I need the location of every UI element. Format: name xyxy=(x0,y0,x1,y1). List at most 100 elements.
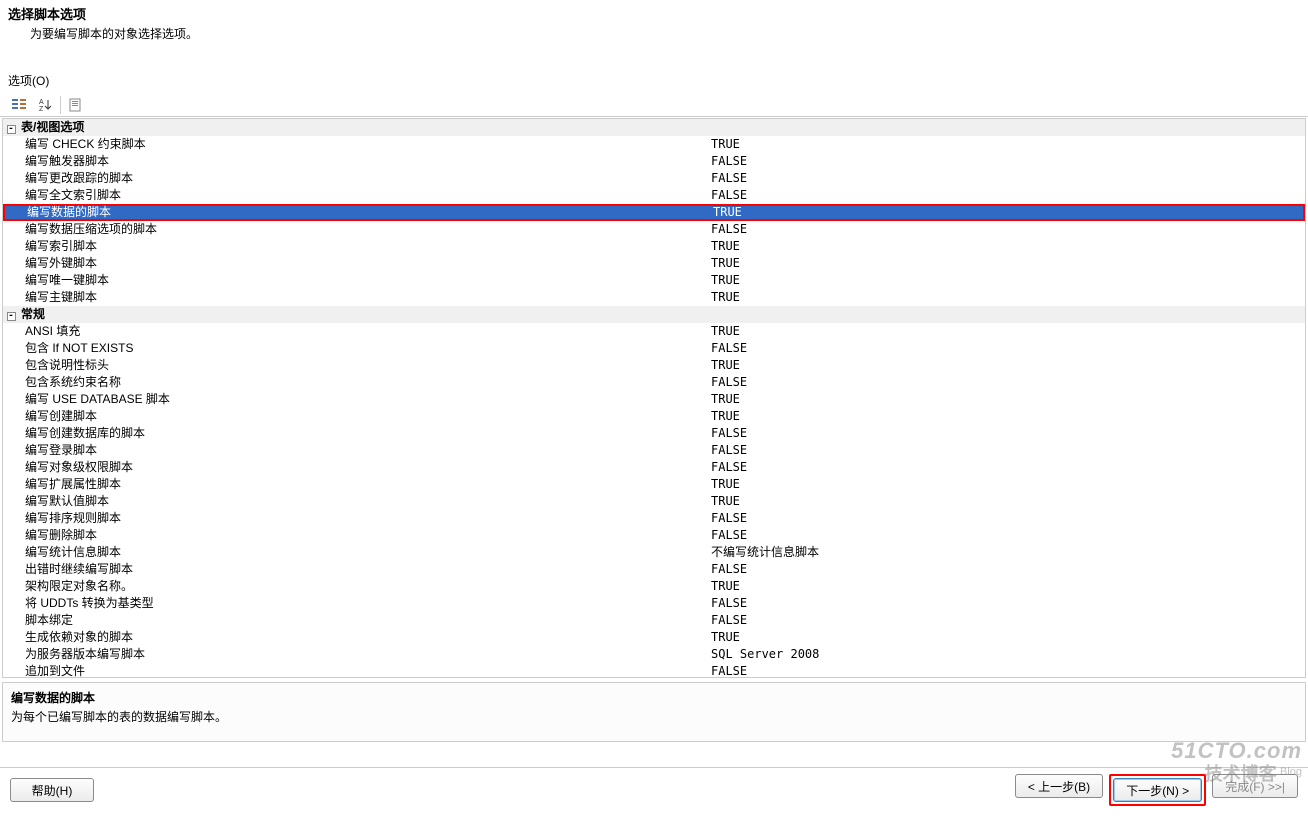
property-value[interactable]: TRUE xyxy=(709,476,1305,493)
property-value[interactable]: TRUE xyxy=(709,238,1305,255)
property-value[interactable]: TRUE xyxy=(709,255,1305,272)
description-pane: 编写数据的脚本 为每个已编写脚本的表的数据编写脚本。 xyxy=(2,682,1306,742)
property-value[interactable]: FALSE xyxy=(709,374,1305,391)
property-value[interactable]: FALSE xyxy=(709,663,1305,678)
categorized-view-button[interactable] xyxy=(8,95,30,115)
property-label: 架构限定对象名称。 xyxy=(19,578,709,595)
property-value[interactable]: FALSE xyxy=(709,187,1305,204)
property-row[interactable]: 脚本绑定FALSE xyxy=(3,612,1305,629)
property-grid-toolbar: AZ xyxy=(0,93,1308,117)
property-value[interactable]: TRUE xyxy=(709,629,1305,646)
property-value[interactable]: 不编写统计信息脚本 xyxy=(709,544,1305,561)
category-label: 表/视图选项 xyxy=(19,119,709,136)
category-label: 常规 xyxy=(19,306,709,323)
property-row[interactable]: 编写数据压缩选项的脚本FALSE xyxy=(3,221,1305,238)
property-row[interactable]: 生成依赖对象的脚本TRUE xyxy=(3,629,1305,646)
property-label: 编写数据的脚本 xyxy=(21,204,711,221)
property-row[interactable]: 编写创建脚本TRUE xyxy=(3,408,1305,425)
next-button-highlight: 下一步(N) > xyxy=(1109,774,1206,806)
property-value[interactable]: FALSE xyxy=(709,340,1305,357)
category-header[interactable]: -表/视图选项 xyxy=(3,119,1305,136)
property-label: 编写扩展属性脚本 xyxy=(19,476,709,493)
property-row[interactable]: 编写主键脚本TRUE xyxy=(3,289,1305,306)
property-label: 编写排序规则脚本 xyxy=(19,510,709,527)
property-row[interactable]: 编写排序规则脚本FALSE xyxy=(3,510,1305,527)
next-button[interactable]: 下一步(N) > xyxy=(1113,778,1202,802)
property-value[interactable]: SQL Server 2008 xyxy=(709,646,1305,663)
property-value[interactable]: TRUE xyxy=(709,323,1305,340)
property-row[interactable]: 编写 USE DATABASE 脚本TRUE xyxy=(3,391,1305,408)
property-value[interactable]: FALSE xyxy=(709,425,1305,442)
collapse-icon[interactable]: - xyxy=(3,306,19,323)
property-row[interactable]: 架构限定对象名称。TRUE xyxy=(3,578,1305,595)
property-row[interactable]: 编写默认值脚本TRUE xyxy=(3,493,1305,510)
svg-text:A: A xyxy=(39,99,44,106)
property-label: 编写更改跟踪的脚本 xyxy=(19,170,709,187)
back-button[interactable]: < 上一步(B) xyxy=(1015,774,1103,798)
collapse-icon[interactable]: - xyxy=(3,119,19,136)
property-row[interactable]: 编写触发器脚本FALSE xyxy=(3,153,1305,170)
property-label: 包含系统约束名称 xyxy=(19,374,709,391)
category-header[interactable]: -常规 xyxy=(3,306,1305,323)
property-label: 生成依赖对象的脚本 xyxy=(19,629,709,646)
property-value[interactable]: TRUE xyxy=(709,578,1305,595)
property-label: ANSI 填充 xyxy=(19,323,709,340)
property-value[interactable]: TRUE xyxy=(709,357,1305,374)
property-value[interactable]: TRUE xyxy=(709,493,1305,510)
property-row[interactable]: 编写外键脚本TRUE xyxy=(3,255,1305,272)
property-row[interactable]: 编写 CHECK 约束脚本TRUE xyxy=(3,136,1305,153)
property-row[interactable]: 为服务器版本编写脚本SQL Server 2008 xyxy=(3,646,1305,663)
property-label: 为服务器版本编写脚本 xyxy=(19,646,709,663)
property-pages-button[interactable] xyxy=(65,95,87,115)
property-value[interactable]: TRUE xyxy=(709,136,1305,153)
property-label: 编写删除脚本 xyxy=(19,527,709,544)
help-button[interactable]: 帮助(H) xyxy=(10,778,94,802)
property-label: 编写触发器脚本 xyxy=(19,153,709,170)
property-value[interactable]: FALSE xyxy=(709,153,1305,170)
property-row[interactable]: 编写对象级权限脚本FALSE xyxy=(3,459,1305,476)
property-label: 脚本绑定 xyxy=(19,612,709,629)
property-label: 编写主键脚本 xyxy=(19,289,709,306)
alphabetical-view-button[interactable]: AZ xyxy=(34,95,56,115)
property-label: 出错时继续编写脚本 xyxy=(19,561,709,578)
property-value[interactable]: TRUE xyxy=(709,408,1305,425)
property-value[interactable]: FALSE xyxy=(709,510,1305,527)
property-row[interactable]: 出错时继续编写脚本FALSE xyxy=(3,561,1305,578)
property-value[interactable]: FALSE xyxy=(709,442,1305,459)
property-row[interactable]: 编写删除脚本FALSE xyxy=(3,527,1305,544)
property-label: 编写全文索引脚本 xyxy=(19,187,709,204)
property-row[interactable]: 编写唯一键脚本TRUE xyxy=(3,272,1305,289)
property-value[interactable]: FALSE xyxy=(709,561,1305,578)
property-row[interactable]: 包含系统约束名称FALSE xyxy=(3,374,1305,391)
property-row[interactable]: 包含 If NOT EXISTSFALSE xyxy=(3,340,1305,357)
property-row[interactable]: 编写扩展属性脚本TRUE xyxy=(3,476,1305,493)
toolbar-separator xyxy=(60,96,61,114)
property-row[interactable]: 编写全文索引脚本FALSE xyxy=(3,187,1305,204)
wizard-header: 选择脚本选项 为要编写脚本的对象选择选项。 xyxy=(0,0,1308,52)
property-grid[interactable]: -表/视图选项编写 CHECK 约束脚本TRUE编写触发器脚本FALSE编写更改… xyxy=(2,118,1306,678)
property-row[interactable]: 包含说明性标头TRUE xyxy=(3,357,1305,374)
property-value[interactable]: TRUE xyxy=(709,289,1305,306)
property-value[interactable]: TRUE xyxy=(709,391,1305,408)
property-row[interactable]: 编写登录脚本FALSE xyxy=(3,442,1305,459)
property-value[interactable]: FALSE xyxy=(709,612,1305,629)
finish-button: 完成(F) >>| xyxy=(1212,774,1298,798)
property-row[interactable]: 编写数据的脚本TRUE xyxy=(3,204,1305,221)
property-row[interactable]: 编写更改跟踪的脚本FALSE xyxy=(3,170,1305,187)
property-value[interactable]: TRUE xyxy=(711,204,1303,221)
property-row[interactable]: 编写统计信息脚本不编写统计信息脚本 xyxy=(3,544,1305,561)
property-label: 编写数据压缩选项的脚本 xyxy=(19,221,709,238)
property-value[interactable]: FALSE xyxy=(709,221,1305,238)
property-label: 编写创建数据库的脚本 xyxy=(19,425,709,442)
property-value[interactable]: FALSE xyxy=(709,459,1305,476)
property-row[interactable]: 编写创建数据库的脚本FALSE xyxy=(3,425,1305,442)
property-value[interactable]: TRUE xyxy=(709,272,1305,289)
property-row[interactable]: 编写索引脚本TRUE xyxy=(3,238,1305,255)
property-value[interactable]: FALSE xyxy=(709,595,1305,612)
property-row[interactable]: 将 UDDTs 转换为基类型FALSE xyxy=(3,595,1305,612)
property-row[interactable]: ANSI 填充TRUE xyxy=(3,323,1305,340)
description-text: 为每个已编写脚本的表的数据编写脚本。 xyxy=(11,708,1297,725)
property-row[interactable]: 追加到文件FALSE xyxy=(3,663,1305,678)
property-value[interactable]: FALSE xyxy=(709,170,1305,187)
property-value[interactable]: FALSE xyxy=(709,527,1305,544)
